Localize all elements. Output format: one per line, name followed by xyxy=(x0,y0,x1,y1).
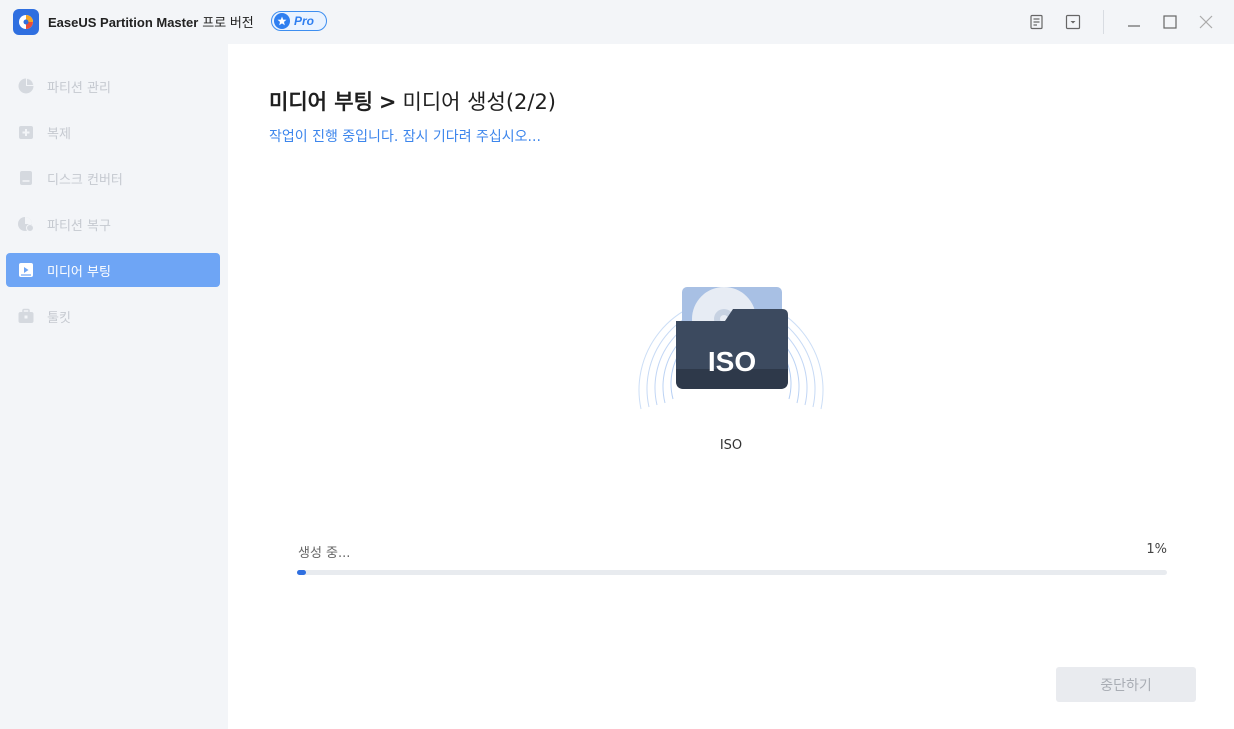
media-boot-icon xyxy=(17,261,35,279)
sidebar-item-disk-converter[interactable]: 디스크 컨버터 xyxy=(6,161,220,195)
app-logo-icon xyxy=(13,9,39,35)
sidebar-item-partition-recovery[interactable]: 파티션 복구 xyxy=(6,207,220,241)
maximize-button[interactable] xyxy=(1159,11,1181,33)
app-title: EaseUS Partition Master 프로 버전 xyxy=(48,12,254,31)
disk-converter-icon xyxy=(17,169,35,187)
menu-dropdown-button[interactable] xyxy=(1062,11,1084,33)
progress-percent: 1% xyxy=(1146,542,1167,557)
status-message: 작업이 진행 중입니다. 잠시 기다려 주십시오... xyxy=(269,129,541,145)
sidebar: 파티션 관리 복제 디스크 컨버터 파티션 복구 미디어 부팅 툴킷 xyxy=(0,44,228,729)
media-type-label: ISO xyxy=(719,438,743,453)
iso-icon-text: ISO xyxy=(708,346,756,377)
pie-chart-icon xyxy=(17,77,35,95)
maximize-icon xyxy=(1163,15,1177,29)
partition-recovery-icon xyxy=(17,215,35,233)
dropdown-menu-icon xyxy=(1065,14,1081,30)
app-title-edition: 프로 버전 xyxy=(202,15,254,30)
sidebar-item-media-boot[interactable]: 미디어 부팅 xyxy=(6,253,220,287)
pro-badge[interactable]: Pro xyxy=(271,11,327,31)
breadcrumb-separator: > xyxy=(378,90,397,114)
sidebar-item-label: 파티션 복구 xyxy=(47,219,111,234)
sidebar-item-partition-manager[interactable]: 파티션 관리 xyxy=(6,69,220,103)
main-panel: 미디어 부팅 > 미디어 생성(2/2) 작업이 진행 중입니다. 잠시 기다려 주… xyxy=(228,44,1234,729)
feedback-button[interactable] xyxy=(1026,11,1048,33)
progress-bar xyxy=(297,570,1167,575)
minimize-icon xyxy=(1128,25,1140,27)
title-bar: EaseUS Partition Master 프로 버전 Pro xyxy=(0,0,1234,44)
minimize-button[interactable] xyxy=(1123,11,1145,33)
step-indicator: (2/2) xyxy=(505,90,556,114)
app-title-en: EaseUS Partition Master xyxy=(48,15,199,30)
sidebar-item-label: 디스크 컨버터 xyxy=(47,173,123,188)
sidebar-item-label: 파티션 관리 xyxy=(47,81,111,96)
page-title: 미디어 부팅 > 미디어 생성(2/2) xyxy=(269,86,556,116)
sidebar-item-clone[interactable]: 복제 xyxy=(6,115,220,149)
progress-status-label: 생성 중... xyxy=(298,546,351,561)
sidebar-item-label: 복제 xyxy=(47,127,71,142)
breadcrumb-media-boot: 미디어 부팅 xyxy=(269,90,373,114)
breadcrumb-create-media: 미디어 생성 xyxy=(402,90,506,114)
title-bar-divider xyxy=(1103,10,1104,34)
feedback-icon xyxy=(1030,14,1043,30)
toolkit-icon xyxy=(17,307,35,325)
sidebar-item-label: 미디어 부팅 xyxy=(47,265,111,280)
progress-bar-fill xyxy=(297,570,306,575)
stop-button[interactable]: 중단하기 xyxy=(1056,667,1196,702)
iso-media-icon: ISO xyxy=(631,259,831,419)
star-icon xyxy=(274,13,290,29)
pro-badge-label: Pro xyxy=(294,14,315,28)
close-button[interactable] xyxy=(1195,11,1217,33)
sidebar-item-toolkit[interactable]: 툴킷 xyxy=(6,299,220,333)
sidebar-item-label: 툴킷 xyxy=(47,311,71,326)
clone-icon xyxy=(17,123,35,141)
close-icon xyxy=(1199,15,1213,29)
